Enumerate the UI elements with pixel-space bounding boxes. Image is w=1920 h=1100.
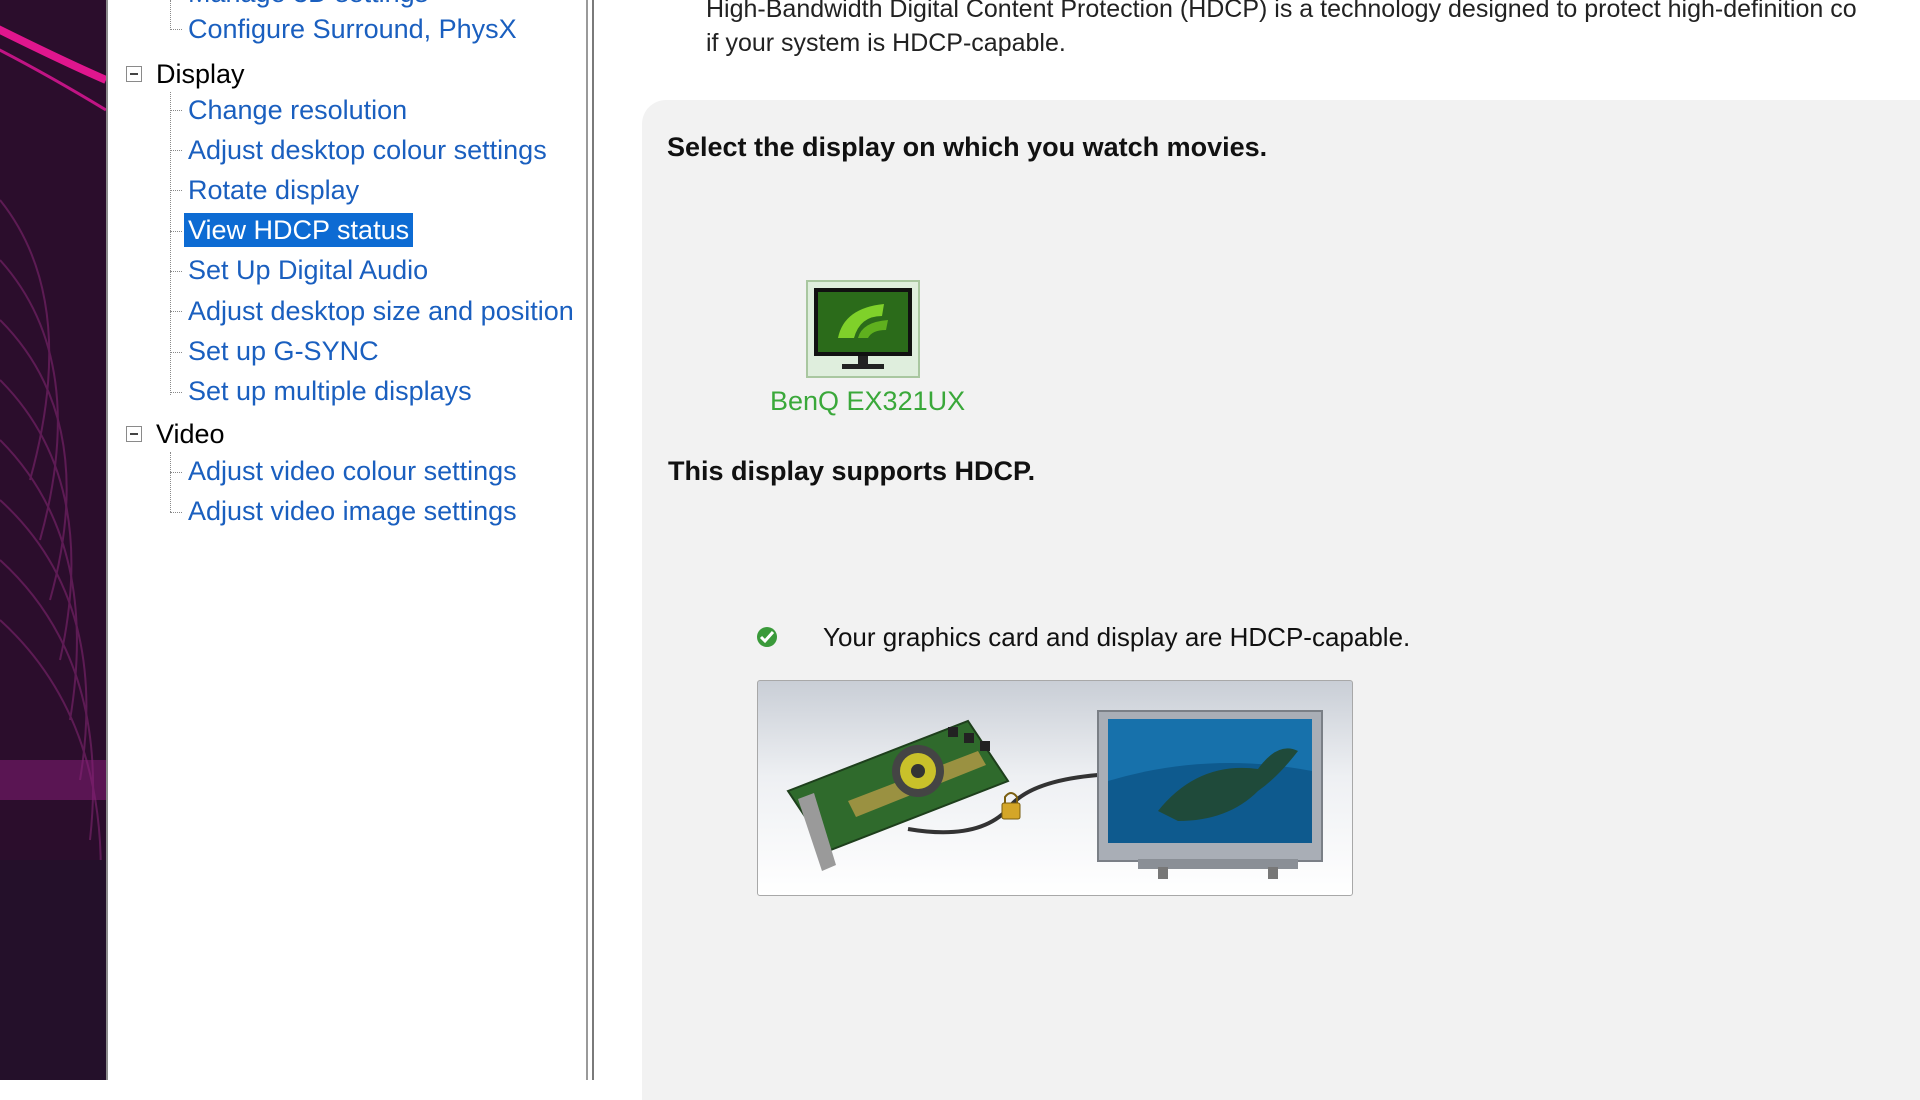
tree-connector bbox=[170, 110, 182, 111]
content-pane: High-Bandwidth Digital Content Protectio… bbox=[596, 0, 1920, 1100]
tree-item-label[interactable]: Adjust video colour settings bbox=[184, 454, 521, 488]
tree-connector bbox=[170, 311, 182, 312]
tree-item-label[interactable]: Set up G-SYNC bbox=[184, 334, 383, 368]
intro-text: High-Bandwidth Digital Content Protectio… bbox=[706, 0, 1857, 60]
tree-item-desktop-size-position[interactable]: Adjust desktop size and position bbox=[184, 294, 578, 328]
tree-item-adjust-desktop-colour[interactable]: Adjust desktop colour settings bbox=[184, 133, 551, 167]
green-check-icon bbox=[757, 627, 777, 647]
hdcp-support-heading: This display supports HDCP. bbox=[668, 456, 1036, 486]
tree-connector bbox=[170, 231, 182, 232]
tree-item-label[interactable]: Configure Surround, PhysX bbox=[184, 12, 521, 46]
collapse-minus-icon[interactable] bbox=[126, 66, 142, 82]
tree-category-video[interactable]: Video bbox=[154, 417, 227, 451]
tree-item-video-image[interactable]: Adjust video image settings bbox=[184, 494, 521, 528]
select-display-heading: Select the display on which you watch mo… bbox=[667, 132, 1268, 162]
television-icon bbox=[1097, 710, 1323, 879]
tree-item-g-sync[interactable]: Set up G-SYNC bbox=[184, 334, 383, 368]
tree-item-digital-audio[interactable]: Set Up Digital Audio bbox=[184, 253, 432, 287]
tree-item-label[interactable]: Set Up Digital Audio bbox=[184, 253, 432, 287]
hdcp-diagram bbox=[757, 680, 1353, 896]
tree-item-rotate-display[interactable]: Rotate display bbox=[184, 173, 363, 207]
tree-item-label[interactable]: Change resolution bbox=[184, 93, 411, 127]
tree-connector bbox=[170, 352, 182, 353]
graphics-card-icon bbox=[786, 719, 1010, 871]
tree-item-view-hdcp-status[interactable]: View HDCP status bbox=[184, 213, 414, 247]
tree-item-label-selected[interactable]: View HDCP status bbox=[184, 213, 414, 247]
nvidia-monitor-icon bbox=[814, 288, 912, 369]
display-name-label[interactable]: BenQ EX321UX bbox=[770, 386, 965, 417]
desktop-wallpaper bbox=[0, 0, 106, 1080]
tree-item-change-resolution[interactable]: Change resolution bbox=[184, 93, 411, 127]
tree-item-label[interactable]: Adjust desktop colour settings bbox=[184, 133, 551, 167]
tree-connector bbox=[170, 472, 182, 473]
tree-item-partial[interactable]: Manage 3D settings bbox=[184, 0, 432, 10]
tree-item-configure-surround[interactable]: Configure Surround, PhysX bbox=[184, 12, 521, 46]
tree-category-label[interactable]: Video bbox=[154, 417, 227, 451]
lock-icon bbox=[1001, 792, 1021, 820]
tree-item-label[interactable]: Adjust desktop size and position bbox=[184, 294, 578, 328]
tree-connector bbox=[170, 0, 171, 30]
tree-item-label[interactable]: Set up multiple displays bbox=[184, 374, 476, 408]
tree-connector bbox=[170, 29, 182, 30]
tree-connector bbox=[170, 392, 182, 393]
tree-item-label[interactable]: Rotate display bbox=[184, 173, 363, 207]
collapse-minus-icon[interactable] bbox=[126, 426, 142, 442]
tree-connector bbox=[170, 150, 182, 151]
navigation-tree: Manage 3D settings Configure Surround, P… bbox=[106, 0, 588, 1080]
tree-connector bbox=[170, 512, 182, 513]
intro-line-2: if your system is HDCP-capable. bbox=[706, 29, 1066, 57]
panel-splitter[interactable] bbox=[586, 0, 596, 1080]
intro-line-1: High-Bandwidth Digital Content Protectio… bbox=[706, 0, 1857, 23]
hdcp-status-text: Your graphics card and display are HDCP-… bbox=[823, 622, 1411, 652]
tree-connector bbox=[170, 452, 171, 512]
tree-connector bbox=[170, 92, 171, 395]
tree-item-multiple-displays[interactable]: Set up multiple displays bbox=[184, 374, 476, 408]
hdcp-card: Select the display on which you watch mo… bbox=[642, 100, 1920, 1100]
tree-item-label[interactable]: Manage 3D settings bbox=[184, 0, 432, 10]
display-select-tile[interactable] bbox=[806, 280, 920, 378]
tree-category-display[interactable]: Display bbox=[154, 57, 247, 91]
tree-connector bbox=[170, 190, 182, 191]
tree-category-label[interactable]: Display bbox=[154, 57, 247, 91]
tree-connector bbox=[170, 271, 182, 272]
tree-item-video-colour[interactable]: Adjust video colour settings bbox=[184, 454, 521, 488]
tree-item-label[interactable]: Adjust video image settings bbox=[184, 494, 521, 528]
